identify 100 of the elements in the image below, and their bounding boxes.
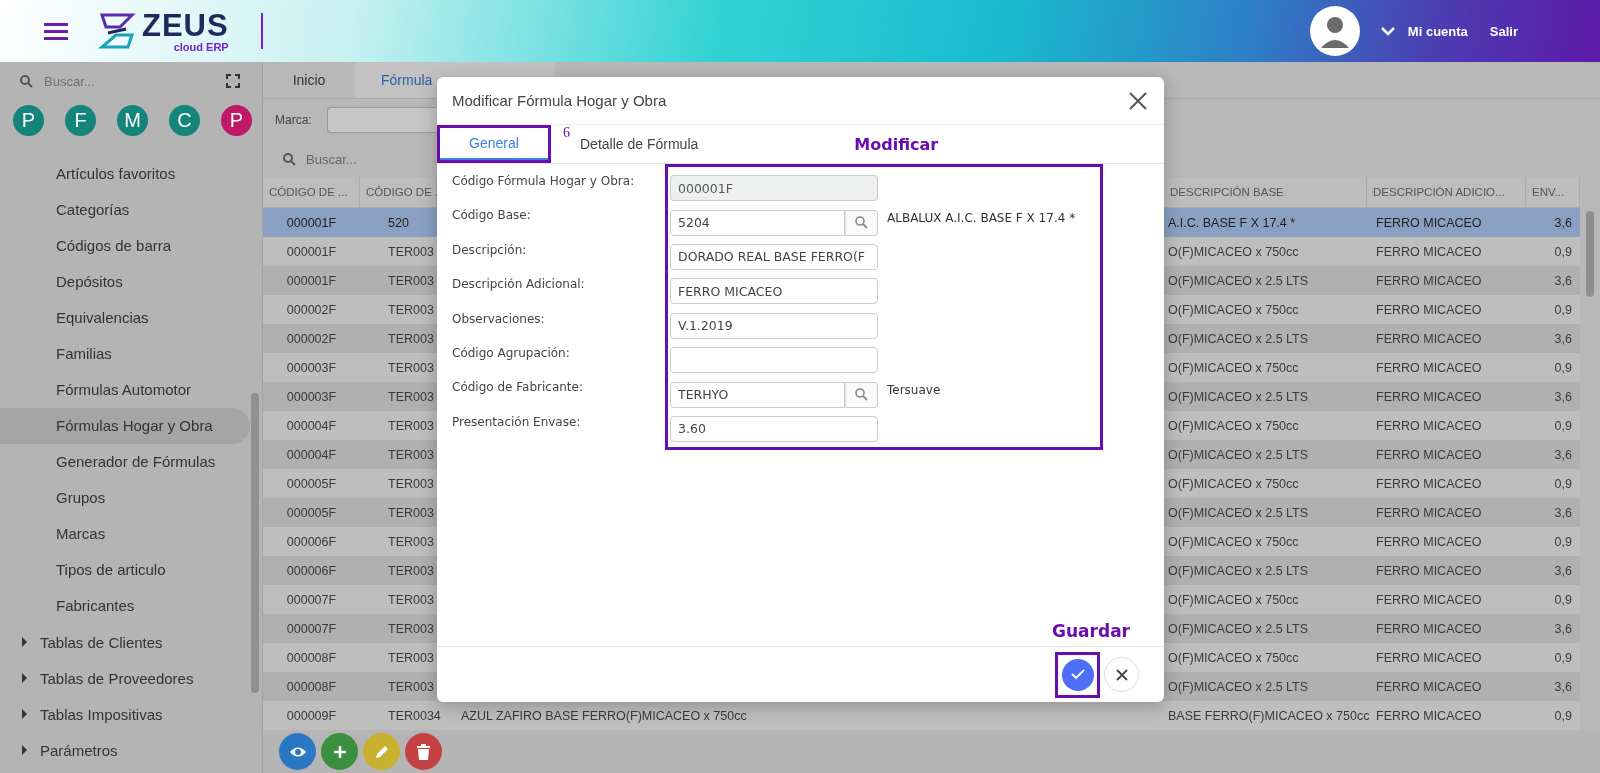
logo-subtitle: cloud ERP [173,41,229,53]
table-cell-text: TER003 [387,389,435,404]
table-cell-text: 0,9 [1553,650,1573,665]
table-cell-text: 000004F [285,447,338,462]
table-cell-text: TER003 [387,302,435,317]
table-cell-text: FERRO MICACEO [1375,215,1483,230]
table-cell-text: 0,9 [1553,302,1573,317]
table-cell-text: 000003F [285,360,338,375]
table-cell-text: O(F)MICACEO x 750cc [1167,302,1300,317]
table-cell-text: 0,9 [1553,708,1573,723]
table-cell-text: TER003 [387,418,435,433]
logo-wordmark: ZEUS [142,9,229,41]
table-cell-text: O(F)MICACEO x 750cc [1167,650,1300,665]
table-cell-text: TER003 [387,360,435,375]
table-cell-text: O(F)MICACEO x 2.5 LTS [1167,389,1310,404]
table-cell-text: TER003 [387,476,435,491]
table-cell-text: A.I.C. BASE F X 17.4 * [1167,215,1297,230]
table-cell-text: 000004F [285,418,338,433]
table-cell-text: FERRO MICACEO [1375,592,1483,607]
table-cell-text: TER003 [387,563,435,578]
table-cell-text: 3,6 [1553,563,1573,578]
table-cell-text: O(F)MICACEO x 2.5 LTS [1167,563,1310,578]
table-cell-text: 000001F [285,215,338,230]
table-cell-text: TER003 [387,447,435,462]
table-cell-text: BASE FERRO(F)MICACEO x 750cc [1167,708,1367,723]
dialog-title: Modificar Fórmula Hogar y Obra [452,92,667,109]
table-cell-text: 000008F [285,650,338,665]
field-label: Descripción: [452,241,528,259]
table-cell-text: O(F)MICACEO x 2.5 LTS [1167,679,1310,694]
field-label: Presentación Envase: [452,413,582,431]
table-cell-text: 0,9 [1553,476,1573,491]
table-cell-text: O(F)MICACEO x 750cc [1167,534,1300,549]
table-cell-text: 520 [387,215,410,230]
table-cell-text: O(F)MICACEO x 750cc [1167,592,1300,607]
table-cell-text: 000005F [285,476,338,491]
filter-label: Marca: [275,113,313,127]
table-cell-text: FERRO MICACEO [1375,505,1483,520]
table-cell-text: FERRO MICACEO [1375,534,1483,549]
table-cell-text: FERRO MICACEO [1375,563,1483,578]
table-cell-text: 000006F [285,563,338,578]
table-cell-text: TER003 [387,679,435,694]
table-cell-text: TER003 [387,534,435,549]
table-cell-text: 3,6 [1553,331,1573,346]
table-cell-text: FERRO MICACEO [1375,331,1483,346]
table-cell-text: O(F)MICACEO x 2.5 LTS [1167,447,1310,462]
field-label: Descripción Adicional: [452,276,586,294]
table-cell-text: 000002F [285,302,338,317]
table-cell-text: TER003 [387,592,435,607]
table-cell-text: TER003 [387,621,435,636]
table-cell-text: FERRO MICACEO [1375,447,1483,462]
table-cell-text: 000007F [285,592,338,607]
table-cell-text: 3,6 [1553,447,1573,462]
table-cell-text: O(F)MICACEO x 750cc [1167,360,1300,375]
table-cell-text: FERRO MICACEO [1375,679,1483,694]
table-cell-text: FERRO MICACEO [1375,273,1483,288]
table-cell-text: 000008F [285,679,338,694]
table-cell-text: TER003 [387,244,435,259]
table-cell-text: 0,9 [1553,244,1573,259]
table-cell-text: O(F)MICACEO x 2.5 LTS [1167,273,1310,288]
lookup-description: Tersuave [887,382,941,398]
table-cell-text: FERRO MICACEO [1375,476,1483,491]
table-cell-text: FERRO MICACEO [1375,418,1483,433]
table-cell-text: 000001F [285,244,338,259]
table-cell-text: 000003F [285,389,338,404]
table-cell-text: 3,6 [1553,273,1573,288]
table-cell-text: O(F)MICACEO x 750cc [1167,418,1300,433]
table-cell-text: 0,9 [1553,360,1573,375]
table-cell-text: 000005F [285,505,338,520]
field-label: Código Agrupación: [452,344,571,362]
table-cell-text: FERRO MICACEO [1375,360,1483,375]
lookup-description: ALBALUX A.I.C. BASE F X 17.4 * [887,210,1076,226]
table-cell: AZUL ZAFIRO BASE FERRO(F)MICACEO x 750cc [461,708,747,723]
table-cell-text: 000007F [285,621,338,636]
table-cell-text: TER003 [387,331,435,346]
annotation-label: Modificar [854,134,939,154]
table-cell-text: 000009F [285,708,338,723]
annotation-number: 6 [563,125,570,141]
table-cell-text: O(F)MICACEO x 2.5 LTS [1167,331,1310,346]
annotation-label: Guardar [1052,621,1130,641]
field-label: Código Fórmula Hogar y Obra: [452,173,636,190]
table-cell-text: TER003 [387,273,435,288]
table-cell-text: FERRO MICACEO [1375,621,1483,636]
table-cell-text: 3,6 [1553,621,1573,636]
field-label: Código de Fabricante: [452,379,584,397]
table-cell-text: 3,6 [1553,389,1573,404]
table-cell-text: FERRO MICACEO [1375,244,1483,259]
field-label: Código Base: [452,207,532,225]
table-cell-text: 000001F [285,273,338,288]
table-cell-text: O(F)MICACEO x 2.5 LTS [1167,621,1310,636]
table-cell-text: O(F)MICACEO x 750cc [1167,244,1300,259]
table-cell-text: 0,9 [1553,592,1573,607]
table-cell-text: 3,6 [1553,505,1573,520]
table-cell-text: FERRO MICACEO [1375,302,1483,317]
table-cell-text: 0,9 [1553,534,1573,549]
field-label: Observaciones: [452,310,546,328]
table-cell-text: 3,6 [1553,215,1573,230]
table-cell-text: 0,9 [1553,418,1573,433]
table-cell-text: 000006F [285,534,338,549]
table-cell-text: FERRO MICACEO [1375,389,1483,404]
table-cell-text: TER003 [387,505,435,520]
